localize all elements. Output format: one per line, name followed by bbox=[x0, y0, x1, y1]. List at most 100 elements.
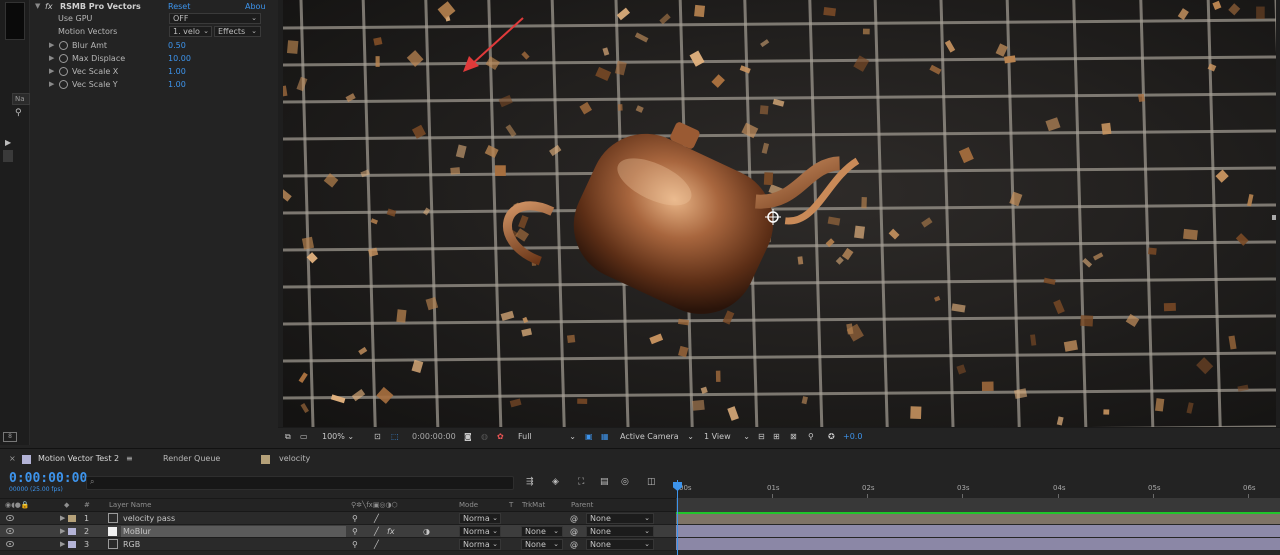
layer-name[interactable]: RGB bbox=[123, 539, 140, 550]
parent-dropdown[interactable]: None ⌄ bbox=[586, 526, 654, 537]
show-snapshot-icon[interactable]: ◍ bbox=[481, 431, 488, 442]
comp-flowchart-icon[interactable]: ⇶ bbox=[526, 477, 534, 487]
stopwatch-icon[interactable] bbox=[59, 54, 68, 63]
graph-editor-icon[interactable]: ◫ bbox=[647, 477, 656, 487]
layer-row[interactable]: ▶ 2 MoBlur ⚲ ╱ fx ◑ Norma ⌄ None ⌄ @ None ⌄ bbox=[0, 525, 676, 538]
timeline-link-icon[interactable]: ⊠ bbox=[790, 431, 797, 442]
viewer-scroll-marker[interactable] bbox=[1272, 215, 1276, 220]
transparency-grid-icon[interactable]: ▣ bbox=[585, 431, 593, 442]
stopwatch-icon[interactable] bbox=[59, 80, 68, 89]
trkmat-dropdown[interactable]: None ⌄ bbox=[521, 539, 563, 550]
expand-triangle-icon[interactable]: ▶ bbox=[49, 78, 54, 91]
layer-label-swatch[interactable] bbox=[68, 515, 76, 522]
vec-scale-x-value[interactable]: 1.00 bbox=[168, 65, 186, 78]
draft-3d-icon[interactable]: ◈ bbox=[552, 477, 559, 487]
column-mode[interactable]: Mode bbox=[459, 501, 478, 509]
vec-scale-y-value[interactable]: 1.00 bbox=[168, 78, 186, 91]
column-layer-name[interactable]: Layer Name bbox=[109, 501, 151, 509]
tab-menu-icon[interactable]: ≡ bbox=[126, 454, 133, 463]
motion-vectors-layer-dropdown[interactable]: 1. velo ⌄ bbox=[169, 26, 212, 37]
grid-overlay-icon[interactable]: ⊞ bbox=[773, 431, 780, 442]
resolution-dropdown[interactable]: Full ⌄ bbox=[516, 431, 578, 443]
exposure-value[interactable]: +0.0 bbox=[843, 431, 862, 442]
view-layout-dropdown[interactable]: 1 View ⌄ bbox=[702, 431, 752, 443]
work-area-bar[interactable] bbox=[676, 498, 1280, 512]
color-channel-icon[interactable]: ✿ bbox=[497, 431, 504, 442]
quality-switch-icon[interactable]: ╱ bbox=[374, 526, 379, 537]
shy-switch-icon[interactable]: ⚲ bbox=[352, 526, 358, 537]
viewer-timecode[interactable]: 0:00:00:00 bbox=[412, 431, 456, 442]
visibility-eye-icon[interactable] bbox=[6, 515, 14, 521]
monitor-icon[interactable]: ▭ bbox=[300, 431, 308, 442]
tab-velocity[interactable]: velocity bbox=[279, 454, 310, 463]
shy-switch-icon[interactable]: ⚲ bbox=[352, 513, 358, 524]
close-tab-icon[interactable]: × bbox=[9, 454, 16, 463]
pickwhip-icon[interactable]: @ bbox=[570, 526, 578, 537]
stopwatch-icon[interactable] bbox=[59, 41, 68, 50]
zoom-dropdown[interactable]: 100% ⌄ bbox=[320, 431, 355, 443]
expand-triangle-icon[interactable]: ▶ bbox=[5, 138, 11, 148]
quality-switch-icon[interactable]: ╱ bbox=[374, 513, 379, 524]
panel-handle[interactable] bbox=[3, 150, 13, 162]
camera-dropdown[interactable]: Active Camera ⌄ bbox=[618, 431, 696, 443]
expand-triangle-icon[interactable]: ▶ bbox=[49, 65, 54, 78]
bpc-icon[interactable]: 8 bbox=[3, 432, 17, 442]
layer-search-input[interactable]: ⌕ bbox=[86, 476, 514, 490]
frame-blending-icon[interactable]: ▤ bbox=[600, 477, 609, 487]
shy-switch-icon[interactable]: ⚲ bbox=[352, 539, 358, 550]
switches-icons[interactable]: ⚲✲╲fx▣◎◑⬡ bbox=[351, 501, 398, 509]
layer-name[interactable]: velocity pass bbox=[123, 513, 175, 524]
tab-motion-vector-test-2[interactable]: Motion Vector Test 2 bbox=[38, 454, 119, 463]
blend-mode-dropdown[interactable]: Norma ⌄ bbox=[459, 526, 501, 537]
expand-triangle-icon[interactable]: ▶ bbox=[60, 539, 65, 550]
pickwhip-icon[interactable]: @ bbox=[570, 539, 578, 550]
column-parent[interactable]: Parent bbox=[571, 501, 593, 509]
exposure-reset-icon[interactable]: ✪ bbox=[828, 431, 835, 442]
always-preview-icon[interactable]: ⧉ bbox=[285, 431, 291, 442]
pickwhip-icon[interactable]: @ bbox=[570, 513, 578, 524]
time-ruler[interactable]: 00s 01s 02s 03s 04s 05s 06s bbox=[676, 468, 1280, 498]
layer-duration-bar[interactable] bbox=[676, 525, 1280, 537]
expand-triangle-icon[interactable]: ▶ bbox=[60, 513, 65, 524]
adjustment-layer-icon[interactable]: ◑ bbox=[423, 526, 430, 537]
current-time-display[interactable]: 0:00:00:00 bbox=[9, 471, 87, 486]
flowchart-icon[interactable]: ⚲ bbox=[808, 431, 814, 442]
visibility-eye-icon[interactable] bbox=[6, 528, 14, 534]
blur-amt-value[interactable]: 0.50 bbox=[168, 39, 186, 52]
tab-render-queue[interactable]: Render Queue bbox=[163, 454, 220, 463]
fit-icon[interactable]: ⊡ bbox=[374, 431, 381, 442]
layer-duration-bar[interactable] bbox=[676, 512, 1280, 524]
column-trkmat[interactable]: TrkMat bbox=[522, 501, 545, 509]
motion-blur-icon[interactable]: ◎ bbox=[621, 477, 629, 487]
shy-layers-icon[interactable]: ⛶ bbox=[578, 477, 584, 487]
trkmat-dropdown[interactable]: None ⌄ bbox=[521, 526, 563, 537]
parent-dropdown[interactable]: None ⌄ bbox=[586, 539, 654, 550]
toggle-pixel-aspect-icon[interactable]: ⊟ bbox=[758, 431, 765, 442]
expand-triangle-icon[interactable]: ▶ bbox=[60, 526, 65, 537]
region-of-interest-icon[interactable]: ⬚ bbox=[391, 431, 399, 442]
layer-label-swatch[interactable] bbox=[68, 541, 76, 548]
blend-mode-dropdown[interactable]: Norma ⌄ bbox=[459, 513, 501, 524]
quality-switch-icon[interactable]: ╱ bbox=[374, 539, 379, 550]
av-features-icon[interactable]: ◉◖●🔒 bbox=[5, 501, 30, 509]
fx-switch-icon[interactable]: fx bbox=[387, 526, 395, 537]
label-column-icon[interactable]: ◆ bbox=[64, 501, 69, 509]
layer-duration-bar[interactable] bbox=[676, 538, 1280, 550]
composition-viewer[interactable] bbox=[283, 0, 1276, 427]
name-column-tab[interactable]: Na bbox=[12, 93, 30, 105]
column-num[interactable]: # bbox=[84, 501, 90, 509]
layer-name[interactable]: MoBlur bbox=[121, 526, 346, 537]
stopwatch-icon[interactable] bbox=[59, 67, 68, 76]
layer-row[interactable]: ▶ 1 velocity pass ⚲ ╱ Norma ⌄ @ None ⌄ bbox=[0, 512, 676, 525]
expand-triangle-icon[interactable]: ▶ bbox=[49, 39, 54, 52]
layer-row[interactable]: ▶ 3 RGB ⚲ ╱ Norma ⌄ None ⌄ @ None ⌄ bbox=[0, 538, 676, 551]
visibility-eye-icon[interactable] bbox=[6, 541, 14, 547]
layer-label-swatch[interactable] bbox=[68, 528, 76, 535]
parent-dropdown[interactable]: None ⌄ bbox=[586, 513, 654, 524]
column-t[interactable]: T bbox=[509, 501, 513, 509]
blend-mode-dropdown[interactable]: Norma ⌄ bbox=[459, 539, 501, 550]
camera-snapshot-icon[interactable]: ◙ bbox=[464, 431, 472, 442]
fast-previews-icon[interactable]: ▦ bbox=[601, 431, 609, 442]
expand-triangle-icon[interactable]: ▶ bbox=[49, 52, 54, 65]
max-displace-value[interactable]: 10.00 bbox=[168, 52, 191, 65]
